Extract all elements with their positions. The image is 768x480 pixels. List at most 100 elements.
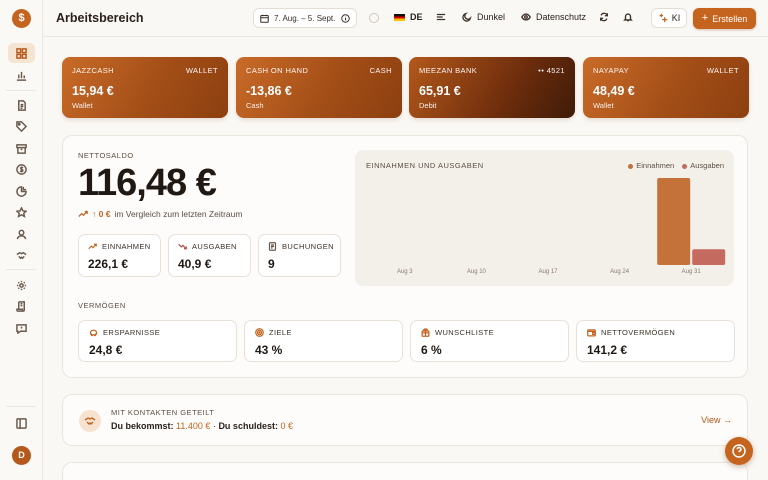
top-bar: Arbeitsbereich 7. Aug. – 5. Sept. DE Dun… bbox=[43, 0, 768, 37]
dashboard-icon[interactable] bbox=[8, 43, 35, 63]
create-button[interactable]: + Erstellen bbox=[693, 8, 756, 29]
change-text: im Vergleich zum letzten Zeitraum bbox=[114, 209, 243, 219]
view-shared-link[interactable]: View → bbox=[701, 415, 732, 425]
account-name: JAZZCASH bbox=[72, 66, 114, 75]
savings-card[interactable]: ERSPARNISSE 24,8 € bbox=[78, 320, 237, 362]
income-stat-card[interactable]: EINNAHMEN 226,1 € bbox=[78, 234, 161, 277]
moon-icon bbox=[462, 12, 472, 22]
expense-bar[interactable] bbox=[692, 249, 726, 265]
wallet-icon bbox=[587, 329, 596, 337]
collapse-sidebar-icon[interactable] bbox=[8, 413, 35, 433]
analytics-icon[interactable] bbox=[8, 65, 35, 85]
receipt-icon bbox=[268, 242, 277, 251]
asset-label: ERSPARNISSE bbox=[103, 328, 161, 337]
tag-icon[interactable] bbox=[8, 116, 35, 136]
income-bar[interactable] bbox=[657, 178, 691, 265]
sidebar-divider bbox=[6, 90, 36, 91]
wishlist-card[interactable]: WUNSCHLISTE 6 % bbox=[410, 320, 569, 362]
trend-down-icon bbox=[178, 243, 187, 250]
account-type-tag: WALLET bbox=[185, 66, 218, 75]
privacy-toggle[interactable]: Datenschutz bbox=[521, 12, 586, 22]
date-range-text: 7. Aug. – 5. Sept. bbox=[274, 13, 336, 23]
net-worth-card[interactable]: NETTOVERMÖGEN 141,2 € bbox=[576, 320, 735, 362]
sidebar-divider bbox=[6, 269, 36, 270]
stat-label: AUSGABEN bbox=[192, 242, 237, 251]
shared-with-contacts-panel: MIT KONTAKTEN GETEILT Du bekommst: 11.40… bbox=[62, 394, 748, 446]
shared-balance-line: Du bekommst: 11.400 € · Du schuldest: 0 … bbox=[111, 421, 293, 431]
expense-stat-card[interactable]: AUSGABEN 40,9 € bbox=[168, 234, 251, 277]
feedback-icon[interactable] bbox=[8, 318, 35, 338]
asset-value: 6 % bbox=[421, 343, 442, 357]
income-expense-chart: EINNAHMEN UND AUSGABEN Einnahmen Ausgabe… bbox=[355, 150, 734, 286]
bookings-stat-card[interactable]: BUCHUNGEN 9 bbox=[258, 234, 341, 277]
account-subtype: Debit bbox=[419, 101, 437, 110]
piggy-bank-icon bbox=[89, 329, 98, 337]
stat-value: 40,9 € bbox=[178, 257, 212, 271]
app-logo[interactable]: $ bbox=[12, 9, 31, 28]
language-label: DE bbox=[410, 12, 423, 22]
settings-icon[interactable] bbox=[8, 275, 35, 295]
sidebar: $ D bbox=[0, 0, 43, 480]
account-card-nayapay[interactable]: NAYAPAY WALLET 48,49 € Wallet bbox=[583, 57, 749, 118]
plus-icon: + bbox=[701, 12, 709, 24]
info-icon[interactable] bbox=[341, 13, 350, 23]
handshake-icon[interactable] bbox=[8, 245, 35, 265]
account-balance: 48,49 € bbox=[593, 84, 635, 98]
asset-value: 141,2 € bbox=[587, 343, 628, 357]
bell-icon[interactable] bbox=[623, 12, 633, 22]
refresh-icon[interactable] bbox=[599, 12, 609, 22]
help-button[interactable] bbox=[725, 437, 753, 465]
ai-label: KI bbox=[671, 13, 681, 23]
theme-label: Dunkel bbox=[477, 12, 506, 22]
user-avatar[interactable]: D bbox=[12, 446, 31, 465]
status-circle-button[interactable] bbox=[369, 13, 379, 23]
calendar-icon bbox=[260, 14, 269, 23]
shared-title: MIT KONTAKTEN GETEILT bbox=[111, 408, 215, 417]
x-tick-label: Aug 31 bbox=[682, 269, 702, 275]
privacy-label: Datenschutz bbox=[536, 12, 587, 22]
pie-chart-icon[interactable] bbox=[8, 181, 35, 201]
account-type-tag: CASH bbox=[369, 66, 392, 75]
stat-label: EINNAHMEN bbox=[102, 242, 151, 251]
user-icon[interactable] bbox=[8, 224, 35, 244]
account-type-tag: •• 4521 bbox=[538, 66, 565, 75]
account-subtype: Wallet bbox=[72, 101, 93, 110]
archive-icon[interactable] bbox=[8, 138, 35, 158]
asset-value: 43 % bbox=[255, 343, 283, 357]
net-balance-value: 116,48 € bbox=[78, 162, 217, 204]
account-balance: -13,86 € bbox=[246, 84, 292, 98]
date-range-picker[interactable]: 7. Aug. – 5. Sept. bbox=[253, 8, 357, 28]
ai-button[interactable]: KI bbox=[651, 8, 687, 28]
net-balance-label: NETTOSALDO bbox=[78, 151, 134, 160]
goals-card[interactable]: ZIELE 43 % bbox=[244, 320, 403, 362]
asset-label: NETTOVERMÖGEN bbox=[601, 328, 676, 337]
account-card-cash-on-hand[interactable]: CASH ON HAND CASH -13,86 € Cash bbox=[236, 57, 402, 118]
x-tick-label: Aug 3 bbox=[397, 269, 413, 275]
x-tick-label: Aug 10 bbox=[467, 269, 487, 275]
account-card-jazzcash[interactable]: JAZZCASH WALLET 15,94 € Wallet bbox=[62, 57, 228, 118]
gift-icon bbox=[421, 328, 430, 337]
scroll-icon[interactable] bbox=[8, 296, 35, 316]
change-value: ↑ 0 € bbox=[92, 209, 111, 219]
account-subtype: Wallet bbox=[593, 101, 614, 110]
create-label: Erstellen bbox=[712, 13, 748, 24]
trend-up-icon bbox=[88, 243, 97, 250]
theme-toggle[interactable]: Dunkel bbox=[462, 12, 505, 22]
account-balance: 15,94 € bbox=[72, 84, 114, 98]
account-card-meezan-bank[interactable]: MEEZAN BANK •• 4521 65,91 € Debit bbox=[409, 57, 575, 118]
owe-label: Du schuldest: bbox=[218, 421, 278, 431]
account-name: MEEZAN BANK bbox=[419, 66, 478, 75]
german-flag-icon bbox=[394, 13, 405, 21]
stat-value: 9 bbox=[268, 257, 275, 271]
net-balance-comparison: ↑ 0 € im Vergleich zum letzten Zeitraum bbox=[78, 209, 242, 219]
next-section-panel bbox=[62, 462, 748, 480]
handshake-icon bbox=[79, 410, 101, 432]
star-icon[interactable] bbox=[8, 202, 35, 222]
document-icon[interactable] bbox=[8, 95, 35, 115]
asset-label: WUNSCHLISTE bbox=[435, 328, 494, 337]
menu-lines-icon[interactable] bbox=[436, 12, 446, 22]
language-switcher[interactable]: DE bbox=[394, 12, 423, 22]
asset-label: ZIELE bbox=[269, 328, 292, 337]
trend-up-icon bbox=[78, 210, 88, 217]
dollar-icon[interactable] bbox=[8, 159, 35, 179]
